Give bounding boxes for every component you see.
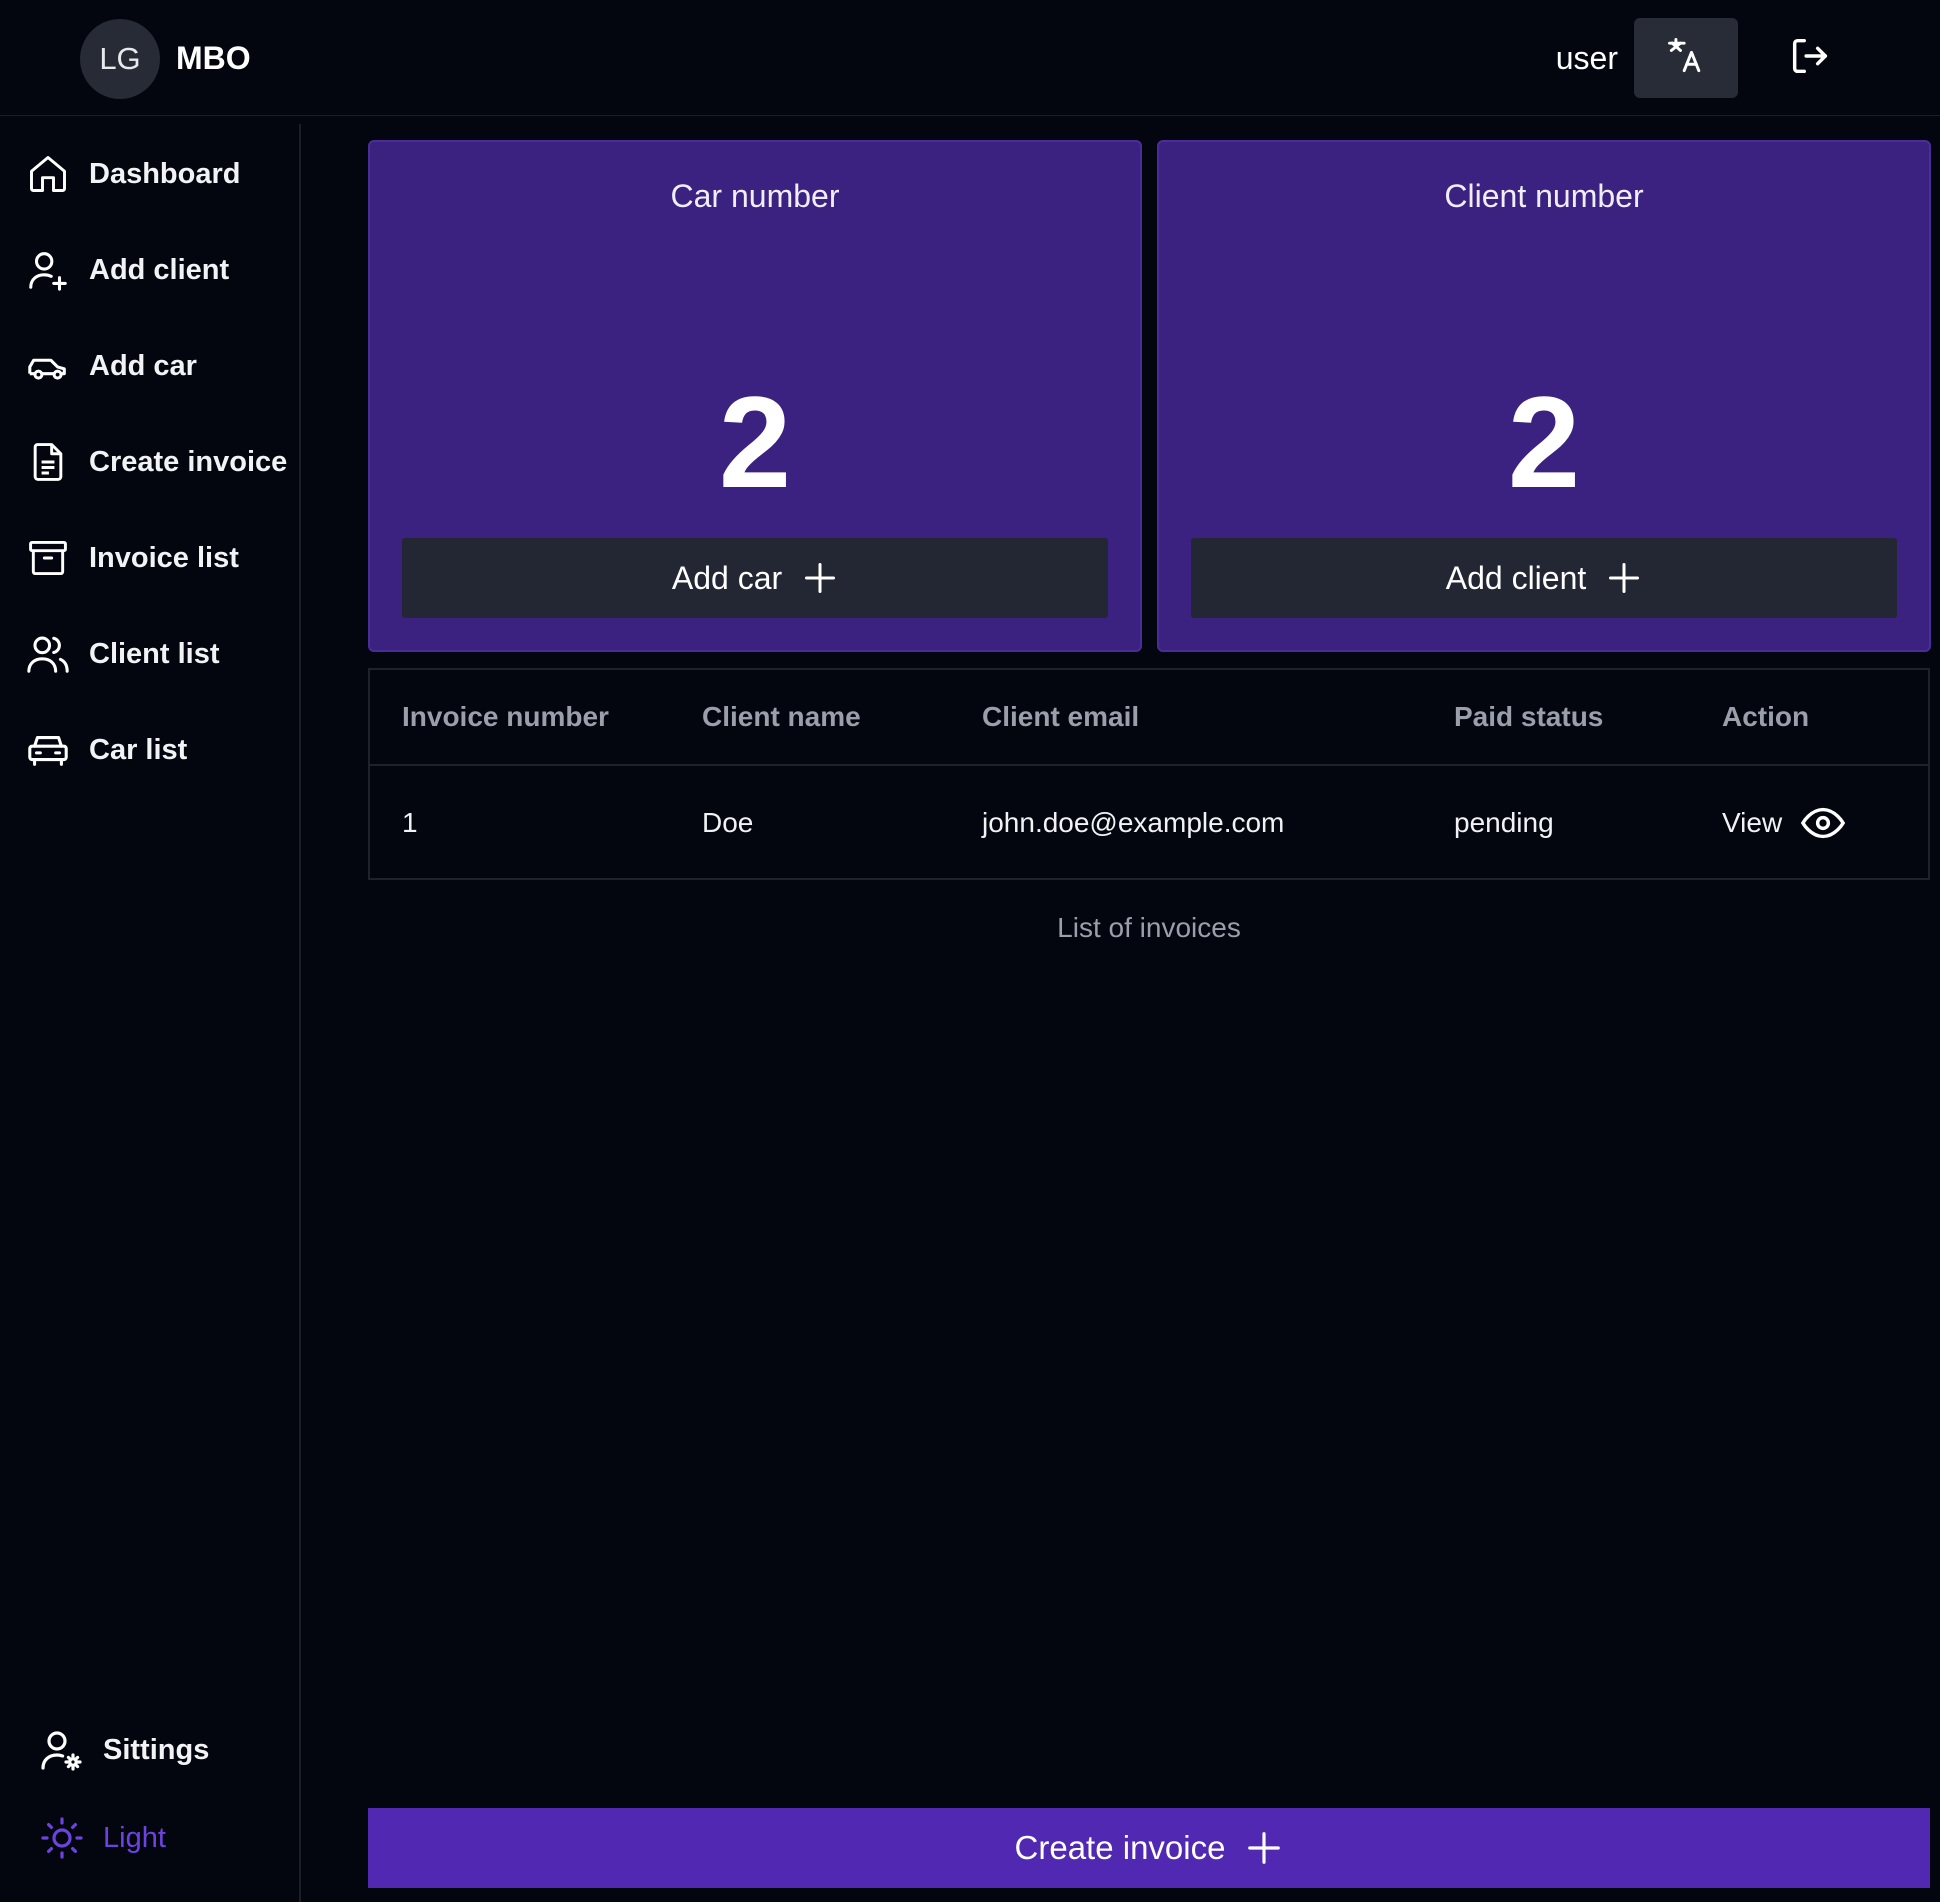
- logout-icon: [1787, 33, 1833, 84]
- button-label: Add client: [1445, 559, 1587, 596]
- car-number-card: Car number 2 Add car: [368, 140, 1142, 652]
- add-car-button[interactable]: Add car: [402, 538, 1108, 618]
- sidebar-item-invoice-list[interactable]: Invoice list: [24, 530, 239, 586]
- document-icon: [24, 438, 72, 486]
- sidebar-item-label: Add car: [89, 349, 197, 382]
- eye-icon: [1800, 800, 1846, 846]
- user-gear-icon: [38, 1726, 86, 1774]
- sun-icon: [38, 1814, 86, 1862]
- translate-icon: [1664, 34, 1708, 83]
- user-plus-icon: [24, 246, 72, 294]
- header-client-name: Client name: [702, 701, 861, 732]
- top-bar: LG MBO user: [0, 0, 1940, 116]
- plus-icon: [1606, 560, 1642, 596]
- archive-icon: [24, 534, 72, 582]
- cell-client-name: Doe: [702, 807, 754, 838]
- sidebar-item-label: Car list: [89, 733, 188, 766]
- header-paid-status: Paid status: [1454, 701, 1604, 732]
- sidebar-item-label: Create invoice: [89, 445, 288, 478]
- header-invoice-number: Invoice number: [402, 701, 609, 732]
- table-header: Invoice number Client name Client email …: [370, 670, 1928, 766]
- sidebar-item-add-client[interactable]: Add client: [24, 242, 229, 298]
- card-title: Car number: [670, 178, 840, 214]
- home-icon: [24, 150, 72, 198]
- invoice-table: Invoice number Client name Client email …: [368, 668, 1930, 880]
- create-invoice-button[interactable]: Create invoice: [368, 1808, 1930, 1888]
- card-value: 2: [1507, 369, 1581, 515]
- button-label: Add car: [671, 559, 783, 596]
- header-action: Action: [1722, 701, 1810, 732]
- sidebar-item-client-list[interactable]: Client list: [24, 626, 220, 682]
- sidebar-item-create-invoice[interactable]: Create invoice: [24, 434, 287, 490]
- sidebar-item-label: Light: [103, 1821, 166, 1854]
- plus-icon: [1245, 1829, 1283, 1867]
- sidebar-item-label: Invoice list: [89, 541, 239, 574]
- cell-paid-status: pending: [1454, 807, 1554, 838]
- avatar[interactable]: LG: [80, 19, 160, 99]
- sidebar-item-label: Sittings: [103, 1733, 210, 1766]
- table-caption: List of invoices: [1057, 912, 1241, 943]
- button-label: Create invoice: [1014, 1829, 1226, 1866]
- sidebar-item-label: Dashboard: [89, 157, 241, 190]
- car-icon: [24, 342, 72, 390]
- client-number-card: Client number 2 Add client: [1157, 140, 1931, 652]
- avatar-initials: LG: [99, 41, 141, 76]
- username: user: [1555, 40, 1618, 76]
- header-client-email: Client email: [982, 701, 1140, 732]
- table-row: 1 Doe john.doe@example.com pending View: [370, 766, 1928, 880]
- car-front-icon: [24, 726, 72, 774]
- cell-client-email: john.doe@example.com: [982, 807, 1285, 838]
- sidebar-item-add-car[interactable]: Add car: [24, 338, 197, 394]
- view-invoice-link[interactable]: View: [1722, 800, 1846, 846]
- cell-action: View: [1722, 766, 1846, 880]
- sidebar-item-dashboard[interactable]: Dashboard: [24, 146, 240, 202]
- sidebar-item-label: Add client: [89, 253, 230, 286]
- sidebar: Dashboard Add client Add car Create invo…: [0, 124, 301, 1902]
- users-icon: [24, 630, 72, 678]
- translate-button[interactable]: [1634, 18, 1738, 98]
- brand-name: MBO: [176, 40, 251, 76]
- view-label: View: [1722, 807, 1783, 838]
- add-client-button[interactable]: Add client: [1191, 538, 1897, 618]
- sidebar-item-car-list[interactable]: Car list: [24, 722, 187, 778]
- sidebar-item-label: Client list: [89, 637, 220, 670]
- theme-toggle-light[interactable]: Light: [38, 1810, 166, 1866]
- cell-invoice-number: 1: [402, 807, 418, 838]
- logout-button[interactable]: [1780, 28, 1840, 88]
- card-title: Client number: [1444, 178, 1644, 214]
- plus-icon: [802, 560, 838, 596]
- card-value: 2: [718, 369, 792, 515]
- sidebar-item-settings[interactable]: Sittings: [38, 1722, 209, 1778]
